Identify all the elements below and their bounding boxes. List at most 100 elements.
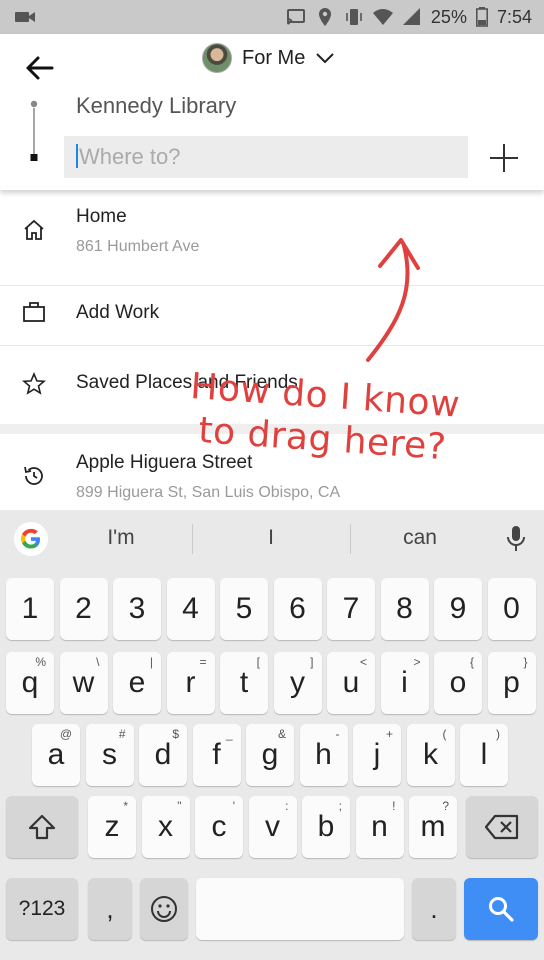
key-2[interactable]: 2 [59,578,108,640]
key-9[interactable]: 9 [434,578,482,640]
key-hint: | [149,655,153,669]
key-0[interactable]: 0 [487,578,536,640]
key-hint: } [523,655,528,669]
key-q[interactable]: q% [6,652,54,714]
key-1[interactable]: 1 [6,578,54,640]
key-label: 4 [182,592,199,625]
key-label: b [317,810,335,843]
list-item[interactable]: Saved Places and Friends [0,346,544,424]
key-6[interactable]: 6 [273,578,322,640]
shift-key[interactable] [6,796,78,858]
key-label: 8 [396,592,413,625]
key-n[interactable]: n! [355,796,404,858]
key-c[interactable]: c ' [195,796,243,858]
key-label: m [420,810,446,843]
pickup-field[interactable]: Kennedy Library [64,85,470,127]
suggestion-divider [350,524,351,554]
key-u[interactable]: u < [327,652,375,714]
rider-selector[interactable]: For Me [202,42,335,74]
space-key[interactable] [196,878,404,940]
key-7[interactable]: 7 [327,578,375,640]
key-hint: ; [338,799,342,813]
suggestions-list: Home 861 Humbert Ave Add Work Saved Plac… [0,190,544,510]
key-b[interactable]: b; [302,796,350,858]
key-hint: ( [442,727,447,741]
key-o[interactable]: o{ [434,652,482,714]
microphone-icon[interactable] [504,524,528,554]
key-label: f [212,738,221,771]
key-hint: - [335,727,340,741]
key-p[interactable]: p} [487,652,536,714]
key-r[interactable]: r = [166,652,215,714]
key-m[interactable]: m? [409,796,457,858]
key-hint: # [118,727,126,741]
chevron-down-icon [316,53,335,64]
list-item[interactable]: Add Work [0,286,544,346]
location-icon [318,8,331,26]
key-hint: ! [392,799,396,813]
key-label: r [185,666,196,699]
period-key[interactable]: . [412,878,456,940]
comma-key[interactable]: , [88,878,132,940]
key-hint: { [469,655,474,669]
key-label: j [373,738,381,771]
key-hint: ) [496,727,500,741]
symbols-key[interactable]: ?123 [6,878,78,940]
list-item[interactable]: Home 861 Humbert Ave [0,190,544,286]
key-hint: = [199,655,207,669]
suggestion-1[interactable]: I'm [66,526,176,550]
key-j[interactable]: j + [353,724,401,786]
backspace-key[interactable] [466,796,538,858]
suggestion-3[interactable]: can [365,526,475,550]
key-z[interactable]: z * [88,796,136,858]
key-hint: ] [310,655,314,669]
key-l[interactable]: l) [460,724,508,786]
google-icon[interactable] [14,522,48,556]
key-label: p [503,666,520,699]
key-i[interactable]: i > [380,652,429,714]
destination-input[interactable]: Where to? [64,136,468,178]
emoji-key[interactable] [140,878,188,940]
key-3[interactable]: 3 [113,578,161,640]
key-hint: \ [96,655,100,669]
key-t[interactable]: t[ [220,652,268,714]
key-hint: % [35,655,46,669]
item-title: Saved Places and Friends [76,372,298,393]
back-arrow-icon[interactable] [22,52,56,84]
key-4[interactable]: 4 [166,578,215,640]
key-a[interactable]: a @ [32,724,80,786]
key-h[interactable]: h- [299,724,348,786]
key-e[interactable]: e | [113,652,161,714]
clock: 7:54 [496,6,532,27]
key-5[interactable]: 5 [220,578,268,640]
key-label: t [239,666,249,699]
key-hint: $ [172,727,179,741]
key-d[interactable]: d $ [139,724,187,786]
status-bar: 25% 7:54 [0,0,544,34]
item-title: Add Work [76,302,160,323]
video-icon [15,12,35,22]
key-8[interactable]: 8 [380,578,429,640]
key-v[interactable]: v: [248,796,297,858]
keyboard: I'm I can ?123 , . 1 2 3 4 5 6 7 8 9 0 q% w \ e | r = t[y… [0,510,544,960]
key-hint: < [359,655,367,669]
key-w[interactable]: w \ [59,652,108,714]
key-hint: : [285,799,289,813]
home-icon [24,219,44,240]
search-key[interactable] [464,878,538,940]
list-item[interactable]: Apple Higuera Street 899 Higuera St, San… [0,434,544,510]
key-label: 9 [449,592,467,625]
key-k[interactable]: k( [406,724,455,786]
key-x[interactable]: x " [141,796,190,858]
key-y[interactable]: y] [273,652,322,714]
key-f[interactable]: f _ [192,724,241,786]
item-subtitle: 861 Humbert Ave [76,238,200,255]
key-g[interactable]: g & [246,724,294,786]
key-label: 7 [342,592,360,625]
item-subtitle: 899 Higuera St, San Luis Obispo, CA [76,484,341,501]
add-stop-icon[interactable] [488,142,520,174]
key-label: d [154,738,172,771]
suggestion-2[interactable]: I [216,526,326,550]
key-label: a [47,738,65,771]
key-s[interactable]: s # [85,724,134,786]
